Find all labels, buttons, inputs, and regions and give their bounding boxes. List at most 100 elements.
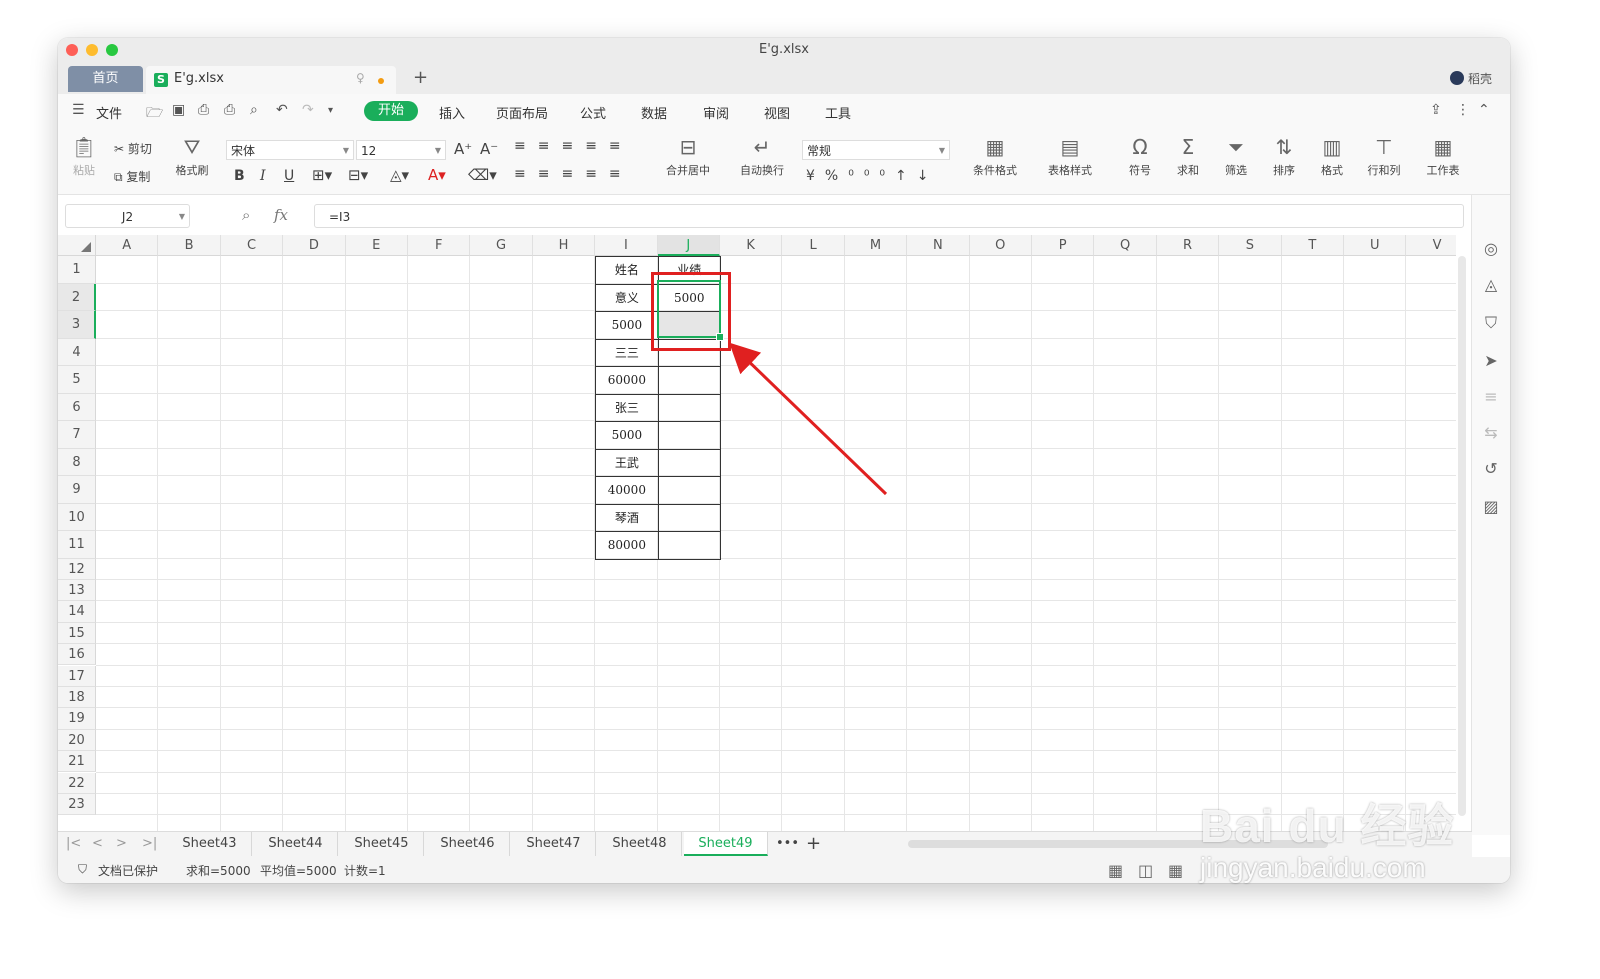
collapse-ribbon-icon[interactable]: ⌃ <box>1478 102 1490 118</box>
add-sheet-icon[interactable]: + <box>806 833 821 854</box>
clear-eraser-icon[interactable]: ⌫▾ <box>468 166 497 184</box>
cell-j9[interactable] <box>657 476 721 505</box>
sort-button[interactable]: ⇅ 排序 <box>1264 134 1304 178</box>
font-color-icon[interactable]: A▾ <box>428 166 446 184</box>
cell-i7[interactable]: 5000 <box>595 421 659 450</box>
menu-review[interactable]: 审阅 <box>703 103 729 122</box>
filter-button[interactable]: ⏷ 筛选 <box>1216 134 1256 178</box>
row-header-21[interactable]: 21 <box>58 751 96 773</box>
sheet-tab-45[interactable]: Sheet45 <box>340 832 424 856</box>
column-header-h[interactable]: H <box>532 235 596 256</box>
name-box[interactable]: J2 ▼ <box>65 204 190 228</box>
column-header-i[interactable]: I <box>595 235 658 256</box>
menu-data[interactable]: 数据 <box>641 103 667 122</box>
new-tab-button[interactable]: + <box>413 67 428 88</box>
row-header-11[interactable]: 11 <box>58 531 96 559</box>
menu-formula[interactable]: 公式 <box>580 103 606 122</box>
conditional-format-button[interactable]: ▦ 条件格式 <box>962 134 1028 178</box>
row-header-17[interactable]: 17 <box>58 665 96 687</box>
number-format-icons[interactable]: ¥%⁰⁰⁰↑↓ <box>806 168 939 184</box>
row-header-22[interactable]: 22 <box>58 772 96 794</box>
open-folder-icon[interactable]: 🗁 <box>146 102 163 126</box>
more-options-icon[interactable]: ⋮ <box>1456 102 1470 118</box>
customize-chevron-icon[interactable]: ▾ <box>328 105 333 116</box>
sheet-tab-48[interactable]: Sheet48 <box>598 832 682 856</box>
select-all-corner[interactable] <box>58 235 96 256</box>
cell-j11[interactable] <box>657 531 721 560</box>
row-header-23[interactable]: 23 <box>58 793 96 816</box>
column-header-l[interactable]: L <box>782 235 845 256</box>
sheet-tab-44[interactable]: Sheet44 <box>254 832 338 856</box>
cut-button[interactable]: ✂ 剪切 <box>114 140 152 157</box>
column-header-n[interactable]: N <box>907 235 970 256</box>
copy-button[interactable]: ⧉ 复制 <box>114 168 150 185</box>
cell-i4[interactable]: 三三 <box>595 338 659 367</box>
menu-tools[interactable]: 工具 <box>825 103 851 122</box>
column-header-m[interactable]: M <box>844 235 908 256</box>
sheet-tab-47[interactable]: Sheet47 <box>512 832 596 856</box>
format-painter-button[interactable]: ⛛ 格式刷 <box>170 134 214 178</box>
save-icon[interactable]: ▣ <box>172 102 185 118</box>
sheet-tab-49[interactable]: Sheet49 <box>684 832 768 856</box>
underline-icon[interactable]: U <box>284 168 294 184</box>
row-header-20[interactable]: 20 <box>58 729 96 752</box>
spreadsheet-grid[interactable]: ABCDEFGHIJKLMNOPQRSTUV 1 2 3 4 5 6 7 8 9 10 11 12 13… <box>58 235 1456 831</box>
row-header-1[interactable]: 1 <box>58 256 96 284</box>
next-sheet-icon[interactable]: > <box>116 836 127 851</box>
bold-icon[interactable]: B <box>234 168 245 184</box>
row-header-7[interactable]: 7 <box>58 421 96 449</box>
merge-center-button[interactable]: ⊟ 合并居中 <box>656 134 720 178</box>
menu-insert[interactable]: 插入 <box>439 103 465 122</box>
cursor-icon[interactable]: ➤ <box>1482 351 1500 370</box>
row-header-15[interactable]: 15 <box>58 622 96 645</box>
vertical-scrollbar[interactable] <box>1458 256 1466 816</box>
menu-page-layout[interactable]: 页面布局 <box>496 103 548 122</box>
zoom-search-icon[interactable]: ⌕ <box>242 206 250 224</box>
row-header-19[interactable]: 19 <box>58 708 96 730</box>
row-header-14[interactable]: 14 <box>58 601 96 623</box>
row-header-2[interactable]: 2 <box>58 283 96 311</box>
sum-button[interactable]: Σ 求和 <box>1168 134 1208 178</box>
border-icon[interactable]: ⊞▾ <box>312 166 332 184</box>
column-header-g[interactable]: G <box>470 235 533 256</box>
wrap-text-button[interactable]: ↵ 自动换行 <box>734 134 790 178</box>
cell-i3[interactable]: 5000 <box>595 311 659 340</box>
cell-j7[interactable] <box>657 421 721 450</box>
hamburger-menu-icon[interactable]: ☰ <box>72 102 85 118</box>
redo-icon[interactable]: ↷ <box>302 102 314 118</box>
first-sheet-icon[interactable]: |< <box>66 836 81 851</box>
user-account[interactable]: 稻壳 <box>1449 70 1492 87</box>
decrease-font-icon[interactable]: A⁻ <box>480 140 498 158</box>
page-layout-view-icon[interactable]: ◫ <box>1138 861 1153 880</box>
row-header-5[interactable]: 5 <box>58 366 96 394</box>
column-header-d[interactable]: D <box>283 235 346 256</box>
shapes-icon[interactable]: ◎ <box>1482 239 1500 258</box>
formula-input[interactable]: =I3 <box>314 204 1464 228</box>
cell-i2[interactable]: 意义 <box>595 283 659 312</box>
column-header-p[interactable]: P <box>1032 235 1095 256</box>
number-format-select[interactable]: 常规 ▼ <box>802 140 950 160</box>
column-header-o[interactable]: O <box>969 235 1032 256</box>
column-header-s[interactable]: S <box>1219 235 1282 256</box>
fill-pattern-icon[interactable]: ⊟▾ <box>348 166 368 184</box>
transfer-icon[interactable]: ⇆ <box>1482 423 1500 442</box>
italic-icon[interactable]: I <box>260 168 266 184</box>
style-icon[interactable]: ◬ <box>1482 275 1500 294</box>
row-header-3[interactable]: 3 <box>58 311 96 339</box>
cell-i1[interactable]: 姓名 <box>595 256 659 285</box>
cell-j5[interactable] <box>657 366 721 395</box>
worksheet-button[interactable]: ▦ 工作表 <box>1418 134 1468 178</box>
font-size-select[interactable]: 12 ▼ <box>356 140 446 160</box>
column-header-v[interactable]: V <box>1406 235 1456 256</box>
prev-sheet-icon[interactable]: < <box>92 836 103 851</box>
symbol-button[interactable]: Ω 符号 <box>1120 134 1160 178</box>
paste-button[interactable]: 📋︎ 粘贴 <box>66 134 102 178</box>
cell-i9[interactable]: 40000 <box>595 476 659 505</box>
cell-j6[interactable] <box>657 393 721 422</box>
cell-j8[interactable] <box>657 448 721 477</box>
column-header-b[interactable]: B <box>158 235 221 256</box>
print-icon[interactable]: ⎙ <box>224 102 235 118</box>
row-col-button[interactable]: ⊤ 行和列 <box>1360 134 1408 178</box>
column-header-t[interactable]: T <box>1281 235 1344 256</box>
row-header-10[interactable]: 10 <box>58 503 96 531</box>
